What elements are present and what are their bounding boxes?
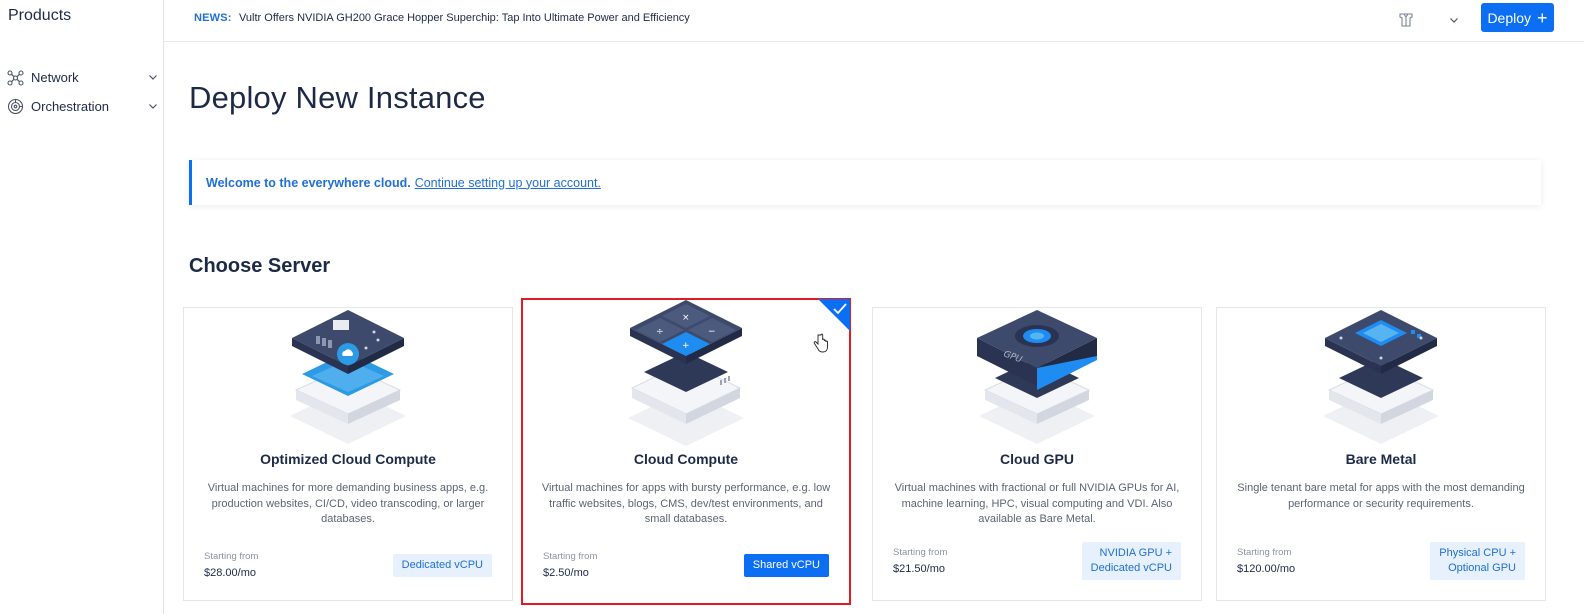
- svg-text:×: ×: [682, 313, 690, 323]
- starting-from-label: Starting from: [1237, 547, 1292, 558]
- card-title: Optimized Cloud Compute: [260, 451, 436, 467]
- card-title: Bare Metal: [1345, 451, 1417, 467]
- news-label: NEWS:: [194, 12, 232, 24]
- svg-text:−: −: [708, 327, 716, 337]
- orchestration-icon: [6, 97, 24, 115]
- top-bar: NEWS: Vultr Offers NVIDIA GH200 Grace Ho…: [164, 0, 1584, 42]
- cloud-gpu-illustration: GPU: [873, 308, 1201, 448]
- hand-cursor-icon: [813, 333, 829, 358]
- sidebar: Products Network Orchestration: [0, 0, 164, 614]
- cloud-compute-illustration: × − ÷ +: [523, 300, 849, 446]
- svg-text:+: +: [682, 341, 690, 351]
- starting-from-label: Starting from: [893, 547, 948, 558]
- card-description: Virtual machines with fractional or full…: [894, 482, 1180, 525]
- starting-from-label: Starting from: [204, 551, 259, 562]
- selected-check-icon: [818, 299, 850, 331]
- section-title: Choose Server: [189, 255, 331, 277]
- welcome-banner: Welcome to the everywhere cloud. Continu…: [189, 160, 1541, 205]
- banner-text: Welcome to the everywhere cloud.: [206, 175, 411, 190]
- server-card-cloud-gpu[interactable]: GPU Cloud GPU Virtual machines with frac…: [872, 307, 1202, 601]
- card-price: $2.50/mo: [543, 567, 589, 579]
- optimized-compute-illustration: [184, 308, 512, 448]
- sidebar-item-label: Network: [31, 69, 79, 85]
- sidebar-item-orchestration[interactable]: Orchestration: [6, 95, 158, 117]
- server-card-optimized[interactable]: Optimized Cloud Compute Virtual machines…: [183, 307, 513, 601]
- card-description: Virtual machines for apps with bursty pe…: [541, 482, 831, 525]
- sidebar-title: Products: [8, 7, 72, 24]
- card-title: Cloud Compute: [633, 451, 739, 467]
- deploy-button[interactable]: Deploy +: [1481, 3, 1554, 32]
- continue-setup-link[interactable]: Continue setting up your account.: [415, 176, 601, 190]
- network-icon: [6, 68, 24, 86]
- badge-line: Optional GPU: [1448, 562, 1516, 574]
- card-price: $120.00/mo: [1237, 563, 1296, 575]
- chevron-down-icon[interactable]: [1443, 9, 1465, 31]
- svg-text:÷: ÷: [656, 327, 664, 337]
- plus-icon: +: [1537, 7, 1548, 28]
- cpu-type-badge: Dedicated vCPU: [392, 554, 492, 577]
- chevron-down-icon: [149, 75, 157, 80]
- starting-from-label: Starting from: [543, 551, 598, 562]
- card-title: Cloud GPU: [1000, 451, 1074, 467]
- bare-metal-illustration: [1217, 308, 1545, 448]
- badge-line: Dedicated vCPU: [1090, 562, 1172, 574]
- card-price: $21.50/mo: [893, 563, 945, 575]
- page-title: Deploy New Instance: [189, 80, 486, 115]
- card-price: $28.00/mo: [204, 567, 256, 579]
- cpu-type-badge: NVIDIA GPU + Dedicated vCPU: [1081, 542, 1181, 580]
- deploy-label: Deploy: [1487, 9, 1532, 26]
- card-description: Single tenant bare metal for apps with t…: [1237, 482, 1525, 510]
- uniform-icon[interactable]: [1395, 9, 1417, 31]
- server-card-cloud-compute[interactable]: × − ÷ + Cloud Compute Virtual machines for …: [521, 298, 851, 605]
- news-link[interactable]: Vultr Offers NVIDIA GH200 Grace Hopper S…: [239, 12, 690, 24]
- card-description: Virtual machines for more demanding busi…: [207, 482, 489, 525]
- badge-line: Physical CPU +: [1439, 547, 1516, 559]
- cpu-type-badge: Physical CPU + Optional GPU: [1430, 542, 1525, 580]
- sidebar-item-label: Orchestration: [31, 98, 110, 114]
- cpu-type-badge: Shared vCPU: [743, 554, 829, 577]
- sidebar-item-network[interactable]: Network: [6, 66, 158, 88]
- chevron-down-icon: [149, 104, 157, 109]
- badge-line: NVIDIA GPU +: [1099, 547, 1172, 559]
- server-card-bare-metal[interactable]: Bare Metal Single tenant bare metal for …: [1216, 307, 1546, 601]
